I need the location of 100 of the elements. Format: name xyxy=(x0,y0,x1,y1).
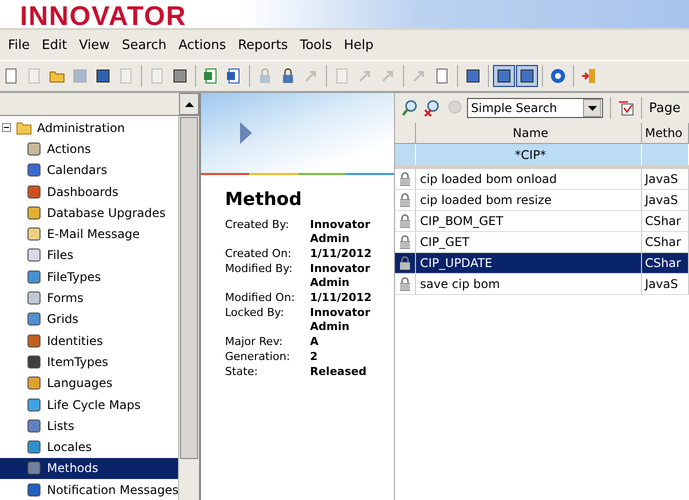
table-cell: save cip bom xyxy=(416,274,642,295)
tree-item[interactable]: Lists xyxy=(0,415,178,436)
node-icon xyxy=(26,204,42,221)
menu-item[interactable]: Edit xyxy=(36,38,73,52)
item-title: Method xyxy=(225,189,303,210)
tree-item[interactable]: Actions xyxy=(0,138,178,160)
property-value: Innovator Admin xyxy=(310,262,372,290)
table-cell: CIP_BOM_GET xyxy=(416,211,642,232)
table-row[interactable]: save cip bom JavaS xyxy=(395,274,689,295)
scroll-up-button[interactable] xyxy=(179,93,199,115)
menu-item[interactable]: View xyxy=(72,38,116,52)
scrollbar[interactable] xyxy=(178,116,199,500)
property-value: 2 xyxy=(310,350,319,364)
property-value: 1/11/2012 xyxy=(310,291,373,305)
arrow-icon xyxy=(357,68,373,84)
tree-item[interactable]: Calendars xyxy=(0,160,178,181)
spreadsheet-icon xyxy=(203,68,219,84)
toolbar-button[interactable] xyxy=(493,65,515,87)
tree-item[interactable]: Grids xyxy=(0,308,178,330)
padlock-icon xyxy=(257,68,273,84)
dropdown-arrow-icon xyxy=(588,106,596,110)
property-label: State: xyxy=(225,365,259,379)
node-icon xyxy=(26,332,42,349)
filter-cell[interactable]: *CIP* xyxy=(416,144,642,165)
table-row[interactable]: cip loaded bom resize JavaS xyxy=(395,190,689,211)
property-value: 1/11/2012 xyxy=(310,247,373,261)
table-cell: CIP_UPDATE xyxy=(416,253,642,274)
column-header[interactable]: Metho xyxy=(642,123,689,144)
node-icon xyxy=(26,482,42,498)
node-icon xyxy=(26,247,42,264)
node-icon xyxy=(26,162,42,178)
padlock-icon xyxy=(280,68,296,84)
menu-item[interactable]: Actions xyxy=(172,38,232,52)
table-cell: cip loaded bom resize xyxy=(416,190,642,211)
arrow-icon xyxy=(380,68,396,84)
page-label: Page xyxy=(649,100,680,116)
tree-item[interactable]: FileTypes xyxy=(0,266,178,288)
table-cell: CShar xyxy=(642,211,689,232)
menu-item[interactable]: File xyxy=(2,38,36,52)
table-cell: JavaS xyxy=(642,274,689,295)
arrow-icon xyxy=(303,68,319,84)
document-icon xyxy=(226,68,242,84)
tree-item[interactable]: Dashboards xyxy=(0,180,178,202)
node-icon xyxy=(26,140,42,157)
property-label: Created On: xyxy=(225,247,292,261)
filter-cell[interactable] xyxy=(642,144,689,165)
property-label: Modified On: xyxy=(225,291,296,305)
page-icon xyxy=(3,68,19,84)
triangle-icon xyxy=(239,121,253,145)
menu-item[interactable]: Reports xyxy=(232,38,294,52)
tree-item[interactable]: Notification Messages xyxy=(0,479,178,500)
node-icon xyxy=(26,396,42,412)
tree-item[interactable]: Files xyxy=(0,244,178,266)
arrow-icon xyxy=(411,68,427,84)
page-icon xyxy=(334,68,350,84)
tree-item[interactable]: Languages xyxy=(0,372,178,394)
tree-item[interactable]: ItemTypes xyxy=(0,351,178,373)
tree-item[interactable]: Locales xyxy=(0,436,178,458)
tree-item[interactable]: Forms xyxy=(0,287,178,309)
tree-item[interactable]: Identities xyxy=(0,330,178,352)
menu-item[interactable]: Tools xyxy=(294,38,338,52)
property-value: Innovator Admin xyxy=(310,306,372,334)
table-cell: JavaS xyxy=(642,190,689,211)
column-header[interactable]: Name xyxy=(416,123,642,144)
property-value: Innovator Admin xyxy=(310,218,372,246)
folder-icon xyxy=(16,120,32,135)
page-icon xyxy=(149,68,165,84)
node-icon xyxy=(26,290,42,306)
table-cell: JavaS xyxy=(642,169,689,190)
tree-item[interactable]: Life Cycle Maps xyxy=(0,394,178,416)
page-icon xyxy=(26,68,42,84)
tree-item[interactable]: Administration xyxy=(0,117,178,138)
tree-item[interactable]: E-Mail Message xyxy=(0,223,178,245)
table-row[interactable]: CIP_UPDATE CShar xyxy=(395,253,689,274)
property-label: Generation: xyxy=(225,350,292,364)
property-label: Locked By: xyxy=(225,306,285,321)
node-icon xyxy=(26,375,42,392)
menu-item[interactable]: Search xyxy=(116,38,172,52)
node-icon xyxy=(26,268,42,285)
page-icon xyxy=(434,68,450,84)
up-triangle-icon xyxy=(184,102,194,106)
toolbar-button[interactable] xyxy=(516,65,538,87)
node-icon xyxy=(26,460,42,476)
node-icon xyxy=(26,184,42,200)
tree-item[interactable]: Database Upgrades xyxy=(0,202,178,224)
tree-item[interactable]: Methods xyxy=(0,458,178,480)
search-mode-dropdown[interactable]: Simple Search xyxy=(467,98,603,118)
table-row[interactable]: CIP_BOM_GET CShar xyxy=(395,211,689,232)
table-row[interactable]: cip loaded bom onload JavaS xyxy=(395,169,689,190)
menu-item[interactable]: Help xyxy=(338,38,380,52)
checklist-icon[interactable] xyxy=(618,100,634,116)
property-value: A xyxy=(310,335,320,349)
property-label: Created By: xyxy=(225,218,290,233)
property-value: Released xyxy=(310,365,368,379)
table-cell: CShar xyxy=(642,253,689,274)
node-icon xyxy=(26,418,42,434)
node-icon xyxy=(26,439,42,456)
property-label: Major Rev: xyxy=(225,335,284,349)
node-icon xyxy=(26,354,42,370)
clear-search-icon[interactable] xyxy=(423,99,441,117)
